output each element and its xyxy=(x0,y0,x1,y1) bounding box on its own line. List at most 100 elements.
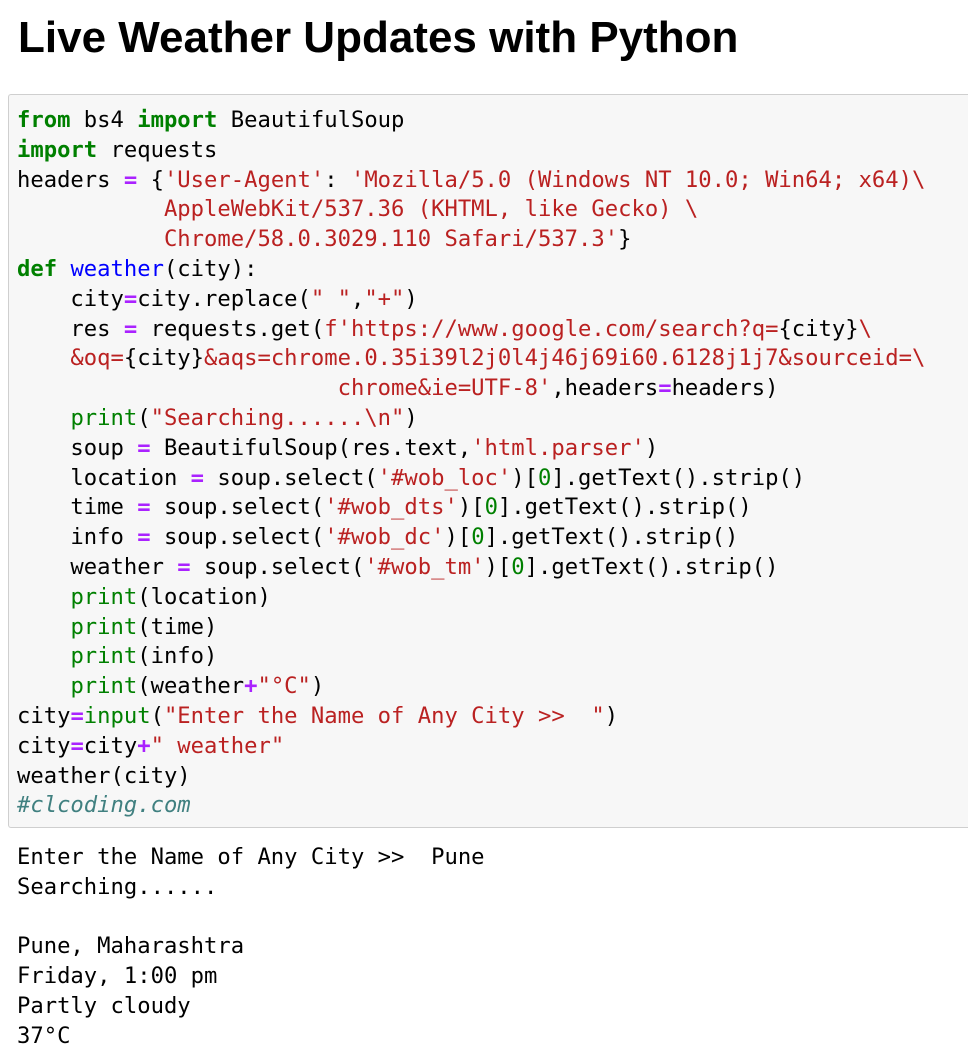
code-line: #clcoding.com xyxy=(17,791,925,821)
code-token-keyword: from xyxy=(17,107,71,133)
code-line: def weather(city): xyxy=(17,255,925,285)
page-title: Live Weather Updates with Python xyxy=(18,13,739,62)
code-editor[interactable]: from bs4 import BeautifulSoup import requ… xyxy=(17,106,925,821)
code-line: Chrome/58.0.3029.110 Safari/537.3'} xyxy=(17,225,925,255)
output-line: Enter the Name of Any City >> Pune xyxy=(17,844,485,870)
code-token-text: ) xyxy=(604,702,619,729)
code-token-operator: = xyxy=(123,285,138,312)
code-line: city=city.replace(" ","+") xyxy=(17,285,925,315)
code-line: weather(city) xyxy=(17,762,925,792)
code-line: print("Searching......\n") xyxy=(17,404,925,434)
code-token-string: \ xyxy=(858,315,872,342)
code-token-builtin: print xyxy=(70,643,138,670)
code-line: city=city+" weather" xyxy=(17,732,925,762)
code-token-text: ].getText().strip() xyxy=(551,464,806,491)
code-token-string: 'Mozilla/5.0 (Windows NT 10.0; Win64; x6… xyxy=(350,166,926,193)
code-token-text: weather xyxy=(17,553,178,580)
code-token-number: 0 xyxy=(537,464,552,491)
code-token-number: 0 xyxy=(471,524,485,551)
code-line: time = soup.select('#wob_dts')[0].getTex… xyxy=(17,493,925,523)
code-token-string: "+" xyxy=(364,285,405,312)
code-token-text: soup.select( xyxy=(150,524,325,551)
code-token-builtin: print xyxy=(70,613,138,640)
code-token-text: city xyxy=(17,702,71,729)
code-token-text: city.replace( xyxy=(137,285,311,312)
code-token-comment: #clcoding.com xyxy=(17,792,191,819)
code-token-text: res xyxy=(17,315,124,342)
code-token-string: 'html.parser' xyxy=(471,434,645,461)
code-token-text: soup.select( xyxy=(190,553,365,580)
code-token-text: time xyxy=(17,494,138,521)
code-token-string: &aqs=chrome.0.35i39l2j0l4j46j69i60.6128j… xyxy=(204,345,926,372)
code-token-text: ].getText().strip() xyxy=(497,494,752,521)
code-token-string: '#wob_dc' xyxy=(324,524,445,551)
code-token-text: ( xyxy=(150,702,164,729)
code-token-string: '#wob_tm' xyxy=(364,553,485,580)
code-token-text: requests.get( xyxy=(137,315,325,342)
code-token-text: requests xyxy=(97,136,218,163)
code-token-text: {city} xyxy=(123,345,205,372)
code-token-text: info xyxy=(17,524,138,551)
code-token-builtin: input xyxy=(83,702,151,729)
code-token-string: "°C" xyxy=(257,673,311,700)
code-token-string: " weather" xyxy=(150,732,285,759)
code-line: info = soup.select('#wob_dc')[0].getText… xyxy=(17,523,925,553)
code-token-text: ) xyxy=(310,673,325,700)
code-token-text: headers xyxy=(17,166,124,193)
code-token-keyword: import xyxy=(137,107,218,133)
code-line: headers = {'User-Agent': 'Mozilla/5.0 (W… xyxy=(17,166,925,196)
code-token-text: (time) xyxy=(137,613,218,640)
code-token-builtin: print xyxy=(70,673,138,700)
code-token-operator: = xyxy=(123,166,138,193)
output-area: Enter the Name of Any City >> Pune Search… xyxy=(17,843,485,1052)
code-token-text: , xyxy=(350,285,365,312)
code-token-text: {city} xyxy=(778,315,859,342)
code-token-text: soup xyxy=(17,434,138,461)
code-token-operator: = xyxy=(177,553,191,580)
code-token-number: 0 xyxy=(511,553,525,580)
code-token-text: soup.select( xyxy=(150,494,325,521)
code-token-text: bs4 xyxy=(70,107,138,133)
code-line: print(time) xyxy=(17,613,925,643)
code-token-keyword: def xyxy=(17,255,58,282)
code-token-text: BeautifulSoup xyxy=(217,107,405,133)
code-line: location = soup.select('#wob_loc')[0].ge… xyxy=(17,464,925,494)
code-token-text: BeautifulSoup(res.text, xyxy=(150,434,472,461)
code-token-operator: = xyxy=(70,702,84,729)
code-line: soup = BeautifulSoup(res.text,'html.pars… xyxy=(17,434,925,464)
code-token-string: '#wob_loc' xyxy=(377,464,512,491)
code-token-string: f'https://www.google.com/search?q= xyxy=(324,315,779,342)
code-token-string: 'User-Agent' xyxy=(163,166,325,193)
code-line: print(weather+"°C") xyxy=(17,672,925,702)
code-token-operator: + xyxy=(244,673,258,700)
output-line: 37°C xyxy=(17,1022,71,1049)
code-token-text: ].getText().strip() xyxy=(484,524,739,551)
code-line: city=input("Enter the Name of Any City >… xyxy=(17,702,925,732)
code-token-keyword: import xyxy=(17,136,98,163)
code-token-text: )[ xyxy=(511,464,538,491)
code-token-string: Chrome/58.0.3029.110 Safari/537.3' xyxy=(17,226,619,253)
code-token-text: } xyxy=(618,226,632,253)
code-line: &oq={city}&aqs=chrome.0.35i39l2j0l4j46j6… xyxy=(17,344,925,374)
code-token-text: (city): xyxy=(163,255,258,282)
code-token-operator: = xyxy=(70,732,84,759)
code-token-builtin: print xyxy=(70,404,138,431)
code-token-text: city xyxy=(83,732,138,759)
code-token-text: soup.select( xyxy=(204,464,378,491)
code-token-text: )[ xyxy=(484,553,512,580)
code-token-string: "Enter the Name of Any City >> " xyxy=(163,702,605,729)
code-line: from bs4 import BeautifulSoup xyxy=(17,106,925,136)
code-cell[interactable]: from bs4 import BeautifulSoup import requ… xyxy=(8,94,968,828)
code-token-text: ( xyxy=(137,404,151,431)
code-token-function-name: weather xyxy=(70,255,164,282)
code-token-text: ) xyxy=(644,434,659,461)
code-token-text: ,headers xyxy=(551,375,659,402)
code-token-string: &oq= xyxy=(17,345,124,372)
code-token-text: headers) xyxy=(671,375,779,402)
